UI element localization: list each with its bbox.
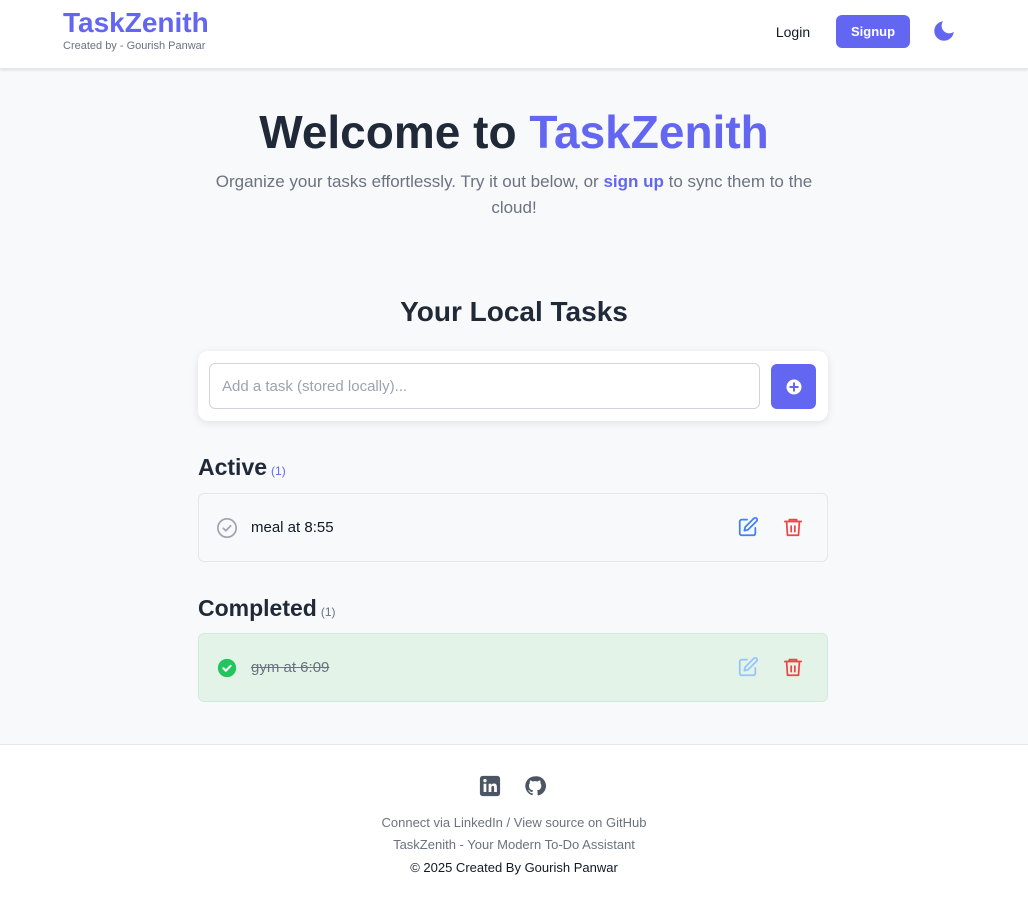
trash-icon [783, 518, 803, 537]
completed-heading: Completed (1) [198, 594, 336, 626]
hero-title-accent: TaskZenith [529, 106, 769, 158]
edit-task-button[interactable] [736, 516, 760, 540]
add-task-input[interactable] [209, 363, 760, 409]
linkedin-text-link[interactable]: Connect via LinkedIn [382, 815, 503, 830]
footer-links: Connect via LinkedIn / View source on Gi… [0, 814, 1028, 832]
task-item-completed: gym at 6:09 [198, 633, 828, 702]
delete-task-button[interactable] [781, 516, 805, 540]
active-heading-label: Active [198, 454, 268, 480]
github-icon [525, 776, 546, 796]
brand[interactable]: TaskZenith Created by - Gourish Panwar [63, 8, 209, 53]
github-text-link[interactable]: View source on GitHub [514, 815, 647, 830]
completed-heading-label: Completed [198, 595, 317, 621]
edit-task-button[interactable] [736, 656, 760, 680]
trash-icon [783, 658, 803, 677]
theme-toggle-button[interactable] [931, 18, 957, 44]
delete-task-button[interactable] [781, 656, 805, 680]
hero-subtitle: Organize your tasks effortlessly. Try it… [204, 169, 824, 221]
signup-inline-link[interactable]: sign up [603, 172, 663, 191]
moon-icon [934, 21, 954, 41]
footer: Connect via LinkedIn / View source on Gi… [0, 744, 1028, 902]
brand-title[interactable]: TaskZenith [63, 8, 209, 38]
footer-copyright: © 2025 Created By Gourish Panwar [410, 860, 618, 875]
footer-separator: / [502, 815, 514, 830]
edit-icon [738, 657, 758, 677]
task-text[interactable]: meal at 8:55 [251, 517, 334, 539]
plus-circle-icon [786, 379, 801, 394]
top-navbar: TaskZenith Created by - Gourish Panwar L… [0, 0, 1028, 69]
active-count: (1) [271, 464, 286, 478]
check-circle-filled-icon [217, 658, 237, 678]
login-link[interactable]: Login [764, 20, 822, 44]
hero-title-prefix: Welcome to [259, 106, 530, 158]
active-heading: Active (1) [198, 453, 286, 485]
check-circle-outline-icon [217, 518, 237, 538]
hero-subtitle-before: Organize your tasks effortlessly. Try it… [215, 172, 604, 191]
add-task-button[interactable] [771, 364, 816, 409]
github-link[interactable] [524, 775, 546, 797]
add-task-card [198, 351, 828, 421]
complete-toggle[interactable] [216, 517, 238, 539]
linkedin-icon [479, 775, 501, 797]
linkedin-link[interactable] [479, 775, 501, 797]
footer-tagline: TaskZenith - Your Modern To-Do Assistant [393, 837, 635, 852]
completed-count: (1) [320, 605, 336, 619]
brand-byline: Created by - Gourish Panwar [63, 40, 206, 52]
task-item-active: meal at 8:55 [198, 493, 828, 562]
edit-icon [738, 517, 758, 537]
local-tasks-title: Your Local Tasks [400, 296, 628, 327]
signup-button[interactable]: Signup [836, 15, 910, 48]
complete-toggle[interactable] [216, 657, 238, 679]
hero-title: Welcome to TaskZenith [0, 104, 1028, 160]
task-text[interactable]: gym at 6:09 [251, 657, 329, 679]
